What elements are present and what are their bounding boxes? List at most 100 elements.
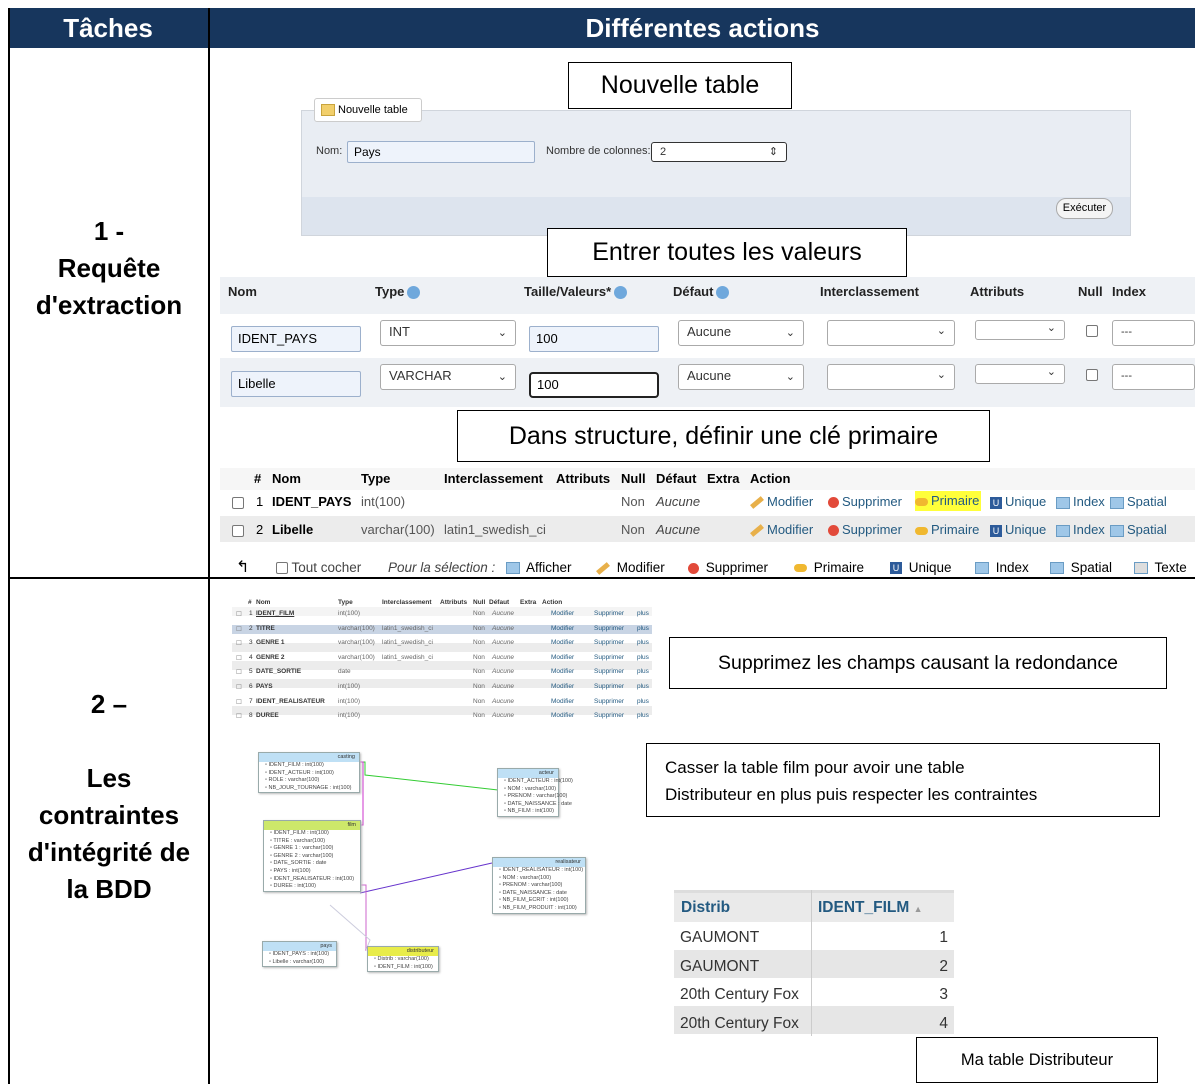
primaire-link[interactable]: Primaire (915, 491, 982, 511)
collation-select[interactable]: ⌄ (827, 364, 955, 390)
primaire-link[interactable]: Primaire (915, 522, 979, 537)
field-collation: latin1_swedish_ci (382, 624, 433, 632)
field-type: int(100) (338, 610, 361, 617)
border-mid (208, 8, 210, 1084)
supprimer-link: Supprimer (594, 697, 624, 705)
distrib-cell-id: 3 (939, 986, 948, 1003)
null-checkbox[interactable] (1086, 325, 1098, 337)
struct-col-extra: Extra (707, 471, 740, 486)
er-column: ▫ Distrib : varchar(100) (374, 956, 429, 962)
execute-button[interactable]: Exécuter (1056, 198, 1113, 219)
help-icon (716, 286, 730, 300)
select-all-checkbox[interactable] (276, 562, 288, 575)
row-checkbox[interactable] (232, 497, 244, 509)
index-link[interactable]: Index (1056, 494, 1105, 509)
modifier-link: Modifier (551, 639, 575, 647)
col-type: Type (375, 284, 421, 300)
field-default: Aucune (492, 624, 515, 632)
size-input[interactable]: 100 (529, 326, 659, 352)
index-icon (1056, 524, 1070, 537)
struct-col-type: Type (361, 471, 391, 486)
field-name: DATE_SORTIE (256, 668, 302, 676)
distrib-col-distrib[interactable]: Distrib (681, 899, 730, 917)
distrib-col-ident[interactable]: IDENT_FILM ▲ (818, 899, 923, 917)
footer-modifier[interactable]: Modifier (596, 560, 665, 575)
spatial-link[interactable]: Spatial (1110, 522, 1167, 537)
er-title-realisateur: realisateur (493, 858, 585, 867)
browse-icon (506, 562, 520, 575)
spatial-link[interactable]: Spatial (1110, 494, 1167, 509)
footer-spatial[interactable]: Spatial (1050, 560, 1112, 575)
index-select[interactable]: --- (1112, 320, 1195, 346)
key-icon (794, 564, 807, 573)
field-default: Aucune (492, 653, 515, 661)
field-name-input[interactable]: Libelle (231, 371, 361, 397)
cols-label: Nombre de colonnes: (546, 145, 651, 157)
row-checkbox: ☐ (236, 669, 242, 677)
row-checkbox[interactable] (232, 525, 244, 537)
er-column: ▫ NB_JOUR_TOURNAGE : int(100) (265, 784, 352, 791)
col-interclassement: Interclassement (820, 284, 919, 299)
er-column: ▫ IDENT_ACTEUR : int(100) (265, 769, 334, 776)
unique-icon: U (890, 562, 902, 575)
field-default: Aucune (492, 712, 515, 720)
type-select[interactable]: INT ⌄ (380, 320, 516, 346)
unique-link[interactable]: U Unique (990, 522, 1046, 537)
null-checkbox[interactable] (1086, 369, 1098, 381)
attributes-select[interactable]: ⌄ (975, 364, 1065, 384)
table-name-input[interactable]: Pays (347, 141, 535, 163)
struct-col-action: Action (750, 471, 791, 486)
row-number: 5 (249, 668, 253, 676)
index-link[interactable]: Index (1056, 522, 1105, 537)
field-name-input[interactable]: IDENT_PAYS (231, 326, 361, 352)
col-taille: Taille/Valeurs* (524, 284, 628, 300)
modifier-link: Modifier (551, 624, 575, 632)
attributes-select[interactable]: ⌄ (975, 320, 1065, 340)
footer-afficher[interactable]: Afficher (506, 560, 572, 575)
er-column: ▫ ROLE : varchar(100) (265, 777, 320, 784)
default-select[interactable]: Aucune ⌄ (678, 320, 804, 346)
footer-texte[interactable]: Texte (1134, 560, 1187, 575)
cols-stepper[interactable]: 2 ⇕ (651, 142, 787, 162)
modifier-link[interactable]: Modifier (750, 494, 813, 509)
size-input[interactable]: 100 (529, 372, 659, 398)
collation-select[interactable]: ⌄ (827, 320, 955, 346)
supprimer-link[interactable]: Supprimer (828, 522, 902, 537)
default-select[interactable]: Aucune ⌄ (678, 364, 804, 390)
type-select[interactable]: VARCHAR ⌄ (380, 364, 516, 390)
footer-index[interactable]: Index (975, 560, 1029, 575)
er-column: ▫ DATE_NAISSANCE : date (499, 889, 567, 896)
supprimer-link: Supprimer (594, 668, 624, 676)
field-null: Non (473, 697, 485, 705)
supprimer-link[interactable]: Supprimer (828, 494, 902, 509)
chevron-down-icon: ⌄ (936, 369, 946, 381)
modifier-link: Modifier (551, 653, 575, 661)
supprimer-link: Supprimer (594, 653, 624, 661)
plus-link: plus (637, 683, 649, 690)
distrib-cell-name: GAUMONT (680, 957, 760, 975)
er-column: ▫ IDENT_ACTEUR : int(100) (504, 778, 573, 784)
help-icon (614, 286, 628, 300)
modifier-link[interactable]: Modifier (750, 522, 813, 537)
row-checkbox: ☐ (236, 654, 242, 662)
footer-supprimer[interactable]: Supprimer (688, 560, 768, 575)
er-column: ▫ Libelle : varchar(100) (269, 958, 325, 965)
er-table-distributeur: distributeur ▫ Distrib : varchar(100) ▫ ID… (367, 946, 439, 973)
new-table-tab[interactable]: Nouvelle table (314, 98, 422, 122)
footer-primaire[interactable]: Primaire (794, 560, 864, 575)
index-select[interactable]: --- (1112, 364, 1195, 390)
er-title-film: film (264, 821, 360, 830)
nom-label: Nom: (316, 145, 343, 157)
relation-film-realisateur (359, 862, 493, 894)
spatial-icon (1050, 562, 1064, 575)
unique-link[interactable]: U Unique (990, 494, 1046, 509)
field-name: GENRE 1 (256, 639, 285, 647)
field-null: Non (473, 683, 485, 690)
field-name: Libelle (272, 522, 314, 537)
footer-unique[interactable]: U Unique (890, 560, 952, 575)
tout-cocher[interactable]: Tout cocher (276, 560, 361, 575)
er-column: ▫ NOM : varchar(100) (499, 874, 552, 881)
er-title-pays: pays (263, 942, 336, 951)
field-name: IDENT_PAYS (272, 494, 352, 509)
chevron-down-icon: ⌄ (785, 327, 795, 339)
